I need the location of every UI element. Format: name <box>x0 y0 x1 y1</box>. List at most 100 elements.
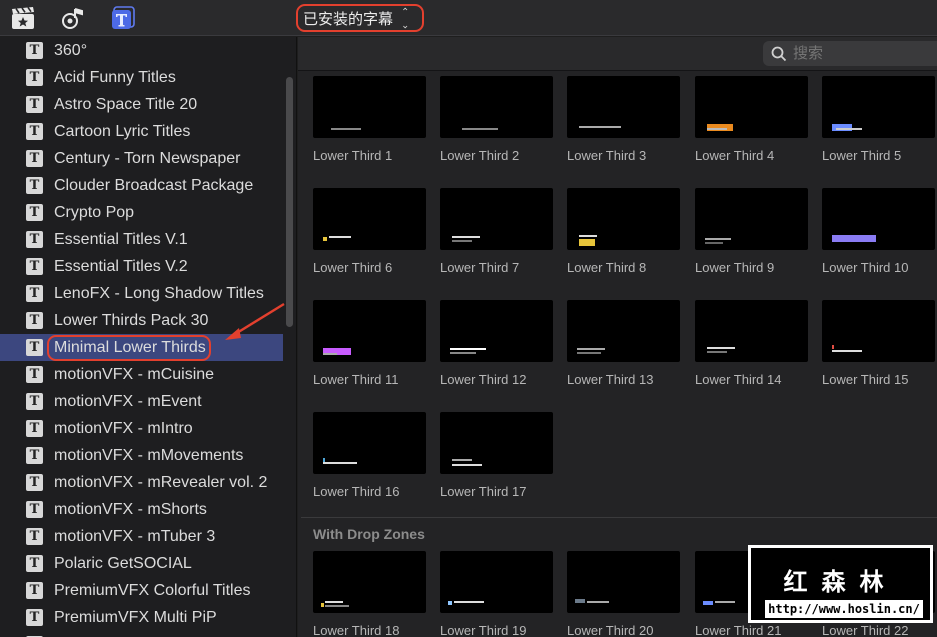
thumbnail-text-line <box>707 128 727 130</box>
title-tile[interactable]: Lower Third 10 <box>822 188 935 275</box>
title-thumbnail[interactable] <box>313 188 426 250</box>
title-tile-label: Lower Third 6 <box>313 260 393 275</box>
titles-browser-icon[interactable] <box>111 6 135 30</box>
title-tile[interactable]: Lower Third 12 <box>440 300 553 387</box>
sidebar-item-label: PremiumVFX Multi PiP <box>54 608 217 626</box>
title-thumbnail[interactable] <box>313 412 426 474</box>
sidebar-item[interactable]: T Cartoon Lyric Titles <box>0 118 283 145</box>
thumbnail-text-line <box>452 236 480 238</box>
title-t-icon: T <box>26 420 43 437</box>
title-tile[interactable]: Lower Third 5 <box>822 76 935 163</box>
thumbnail-text-line <box>577 348 605 350</box>
title-thumbnail[interactable] <box>822 76 935 138</box>
title-tile[interactable]: Lower Third 19 <box>440 551 553 637</box>
sidebar-item-label: Lower Thirds Pack 30 <box>54 311 209 329</box>
title-tile-label: Lower Third 2 <box>440 148 520 163</box>
search-field[interactable] <box>763 41 937 66</box>
title-thumbnail[interactable] <box>695 300 808 362</box>
sidebar-item[interactable]: TmotionVFX - mRevealer vol. 2 <box>0 469 283 496</box>
title-tile[interactable]: Lower Third 20 <box>567 551 680 637</box>
title-tile[interactable]: Lower Third 4 <box>695 76 808 163</box>
sidebar-item[interactable]: T PremiumVFX Colorful Titles <box>0 577 283 604</box>
title-tile[interactable]: Lower Third 14 <box>695 300 808 387</box>
sidebar-item[interactable]: TmotionVFX - mShorts <box>0 496 283 523</box>
title-thumbnail[interactable] <box>695 188 808 250</box>
thumbnail-text-line <box>452 240 472 242</box>
sidebar-item[interactable]: TmotionVFX - mCuisine <box>0 361 283 388</box>
sidebar-item-label: 360° <box>54 41 88 59</box>
title-t-icon: T <box>26 528 43 545</box>
sidebar-item[interactable]: T Polaric GetSOCIAL <box>0 550 283 577</box>
installed-titles-select[interactable]: 已安装的字幕 ⌃ ⌃ <box>296 4 424 32</box>
title-thumbnail[interactable] <box>440 412 553 474</box>
sidebar-item[interactable]: TmotionVFX - mEvent <box>0 388 283 415</box>
title-tile-label: Lower Third 21 <box>695 623 782 637</box>
search-input[interactable] <box>793 45 937 62</box>
thumbnail-text-line <box>462 128 498 130</box>
title-thumbnail[interactable] <box>822 300 935 362</box>
sidebar-item[interactable]: TmotionVFX - mTuber 3 <box>0 523 283 550</box>
section-title-drop-zones: With Drop Zones <box>313 526 425 542</box>
title-thumbnail[interactable] <box>313 76 426 138</box>
title-tile-label: Lower Third 17 <box>440 484 527 499</box>
thumbnail-text-line <box>579 235 597 237</box>
title-thumbnail[interactable] <box>440 551 553 613</box>
sidebar-item[interactable]: T Essential Titles V.1 <box>0 226 283 253</box>
title-thumbnail[interactable] <box>440 300 553 362</box>
sidebar-item-label: motionVFX - mCuisine <box>54 365 215 383</box>
title-thumbnail[interactable] <box>567 188 680 250</box>
title-thumbnail[interactable] <box>567 300 680 362</box>
sidebar-item[interactable]: T Century - Torn Newspaper <box>0 145 283 172</box>
title-tile[interactable]: Lower Third 18 <box>313 551 426 637</box>
sidebar-item-label: PremiumVFX Colorful Titles <box>54 581 251 599</box>
sidebar-item[interactable]: T Acid Funny Titles <box>0 64 283 91</box>
sidebar-item[interactable]: T Astro Space Title 20 <box>0 91 283 118</box>
sidebar-item[interactable]: TmotionVFX - mIntro <box>0 415 283 442</box>
audio-browser-icon[interactable] <box>61 6 85 30</box>
title-tile[interactable]: Lower Third 15 <box>822 300 935 387</box>
sidebar-item-label: Century - Torn Newspaper <box>54 149 241 167</box>
thumbnail-text-line <box>715 601 735 603</box>
title-thumbnail[interactable] <box>313 300 426 362</box>
title-thumbnail[interactable] <box>567 551 680 613</box>
title-tile[interactable]: Lower Third 1 <box>313 76 426 163</box>
title-t-icon: T <box>26 501 43 518</box>
title-tile[interactable]: Lower Third 11 <box>313 300 426 387</box>
sidebar-item[interactable]: TmotionVFX - mMovements <box>0 442 283 469</box>
title-tile[interactable]: Lower Third 16 <box>313 412 426 499</box>
sidebar-item[interactable]: T PremiumVFX Multi PiP <box>0 604 283 631</box>
title-tile[interactable]: Lower Third 7 <box>440 188 553 275</box>
thumbnail-accent-bar <box>832 345 834 349</box>
sidebar-item[interactable]: T <box>0 631 283 637</box>
sidebar-item[interactable]: T 360° <box>0 37 283 64</box>
title-tile-label: Lower Third 12 <box>440 372 527 387</box>
title-thumbnail[interactable] <box>313 551 426 613</box>
title-thumbnail[interactable] <box>567 76 680 138</box>
sidebar-item[interactable]: T Clouder Broadcast Package <box>0 172 283 199</box>
thumbnail-accent-bar <box>448 601 452 605</box>
sidebar-scrollbar[interactable] <box>286 77 293 327</box>
title-t-icon: T <box>26 609 43 626</box>
title-tile-label: Lower Third 15 <box>822 372 909 387</box>
title-tile[interactable]: Lower Third 3 <box>567 76 680 163</box>
title-t-icon: T <box>26 474 43 491</box>
media-browser-icon[interactable] <box>11 6 35 30</box>
sidebar-item[interactable]: T Crypto Pop <box>0 199 283 226</box>
title-thumbnail[interactable] <box>695 76 808 138</box>
title-thumbnail[interactable] <box>822 188 935 250</box>
title-tile[interactable]: Lower Third 8 <box>567 188 680 275</box>
title-tile[interactable]: Lower Third 2 <box>440 76 553 163</box>
thumbnail-text-line <box>323 462 357 464</box>
title-tile[interactable]: Lower Third 6 <box>313 188 426 275</box>
title-thumbnail[interactable] <box>440 188 553 250</box>
title-tile[interactable]: Lower Third 17 <box>440 412 553 499</box>
thumbnail-accent-bar <box>323 237 327 241</box>
title-tile[interactable]: Lower Third 9 <box>695 188 808 275</box>
title-t-icon: T <box>26 231 43 248</box>
thumbnail-text-line <box>836 128 862 130</box>
title-thumbnail[interactable] <box>440 76 553 138</box>
sidebar-item[interactable]: T Essential Titles V.2 <box>0 253 283 280</box>
search-icon <box>771 46 787 61</box>
title-t-icon: T <box>26 69 43 86</box>
title-tile[interactable]: Lower Third 13 <box>567 300 680 387</box>
